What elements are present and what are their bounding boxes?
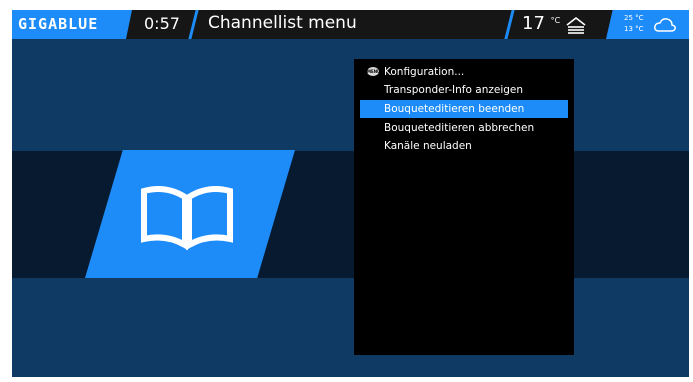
weather-low: 13 °C: [624, 25, 644, 33]
menu-item-konfiguration[interactable]: MENU Konfiguration...: [360, 63, 568, 81]
logo: GIGABLUE: [12, 10, 132, 39]
divider: [188, 10, 199, 39]
weather-high: 25 °C: [624, 14, 644, 22]
menu-item-bouquet-edit-cancel[interactable]: Bouqueteditieren abbrechen: [360, 119, 568, 137]
top-bar: GIGABLUE 0:57 Channellist menu 17 °C 25 …: [12, 10, 689, 39]
home-icon: [566, 16, 586, 34]
menu-item-reload-channels[interactable]: Kanäle neuladen: [360, 137, 568, 155]
menu-item-label: Konfiguration...: [384, 66, 465, 78]
page-title: Channellist menu: [208, 13, 357, 33]
menu-button-icon: MENU: [367, 67, 381, 76]
menu-item-bouquet-edit-finish[interactable]: Bouqueteditieren beenden: [360, 100, 568, 118]
book-icon: [141, 186, 233, 251]
clock: 0:57: [144, 14, 180, 33]
divider: [504, 10, 515, 39]
temperature-unit: °C: [550, 16, 561, 25]
menu-item-label: Bouqueteditieren abbrechen: [384, 122, 535, 134]
screen: GIGABLUE 0:57 Channellist menu 17 °C 25 …: [12, 10, 689, 377]
context-menu: MENU Konfiguration... Transponder-Info a…: [354, 59, 574, 355]
menu-item-label: Bouqueteditieren beenden: [384, 103, 525, 115]
menu-item-label: Transponder-Info anzeigen: [384, 84, 524, 96]
temperature-value: 17: [522, 13, 545, 34]
menu-item-label: Kanäle neuladen: [384, 140, 472, 152]
logo-text: GIGABLUE: [18, 15, 99, 33]
temperature: 17 °C: [522, 13, 560, 34]
menu-item-transponder-info[interactable]: Transponder-Info anzeigen: [360, 81, 568, 99]
cloud-icon: [654, 18, 676, 32]
